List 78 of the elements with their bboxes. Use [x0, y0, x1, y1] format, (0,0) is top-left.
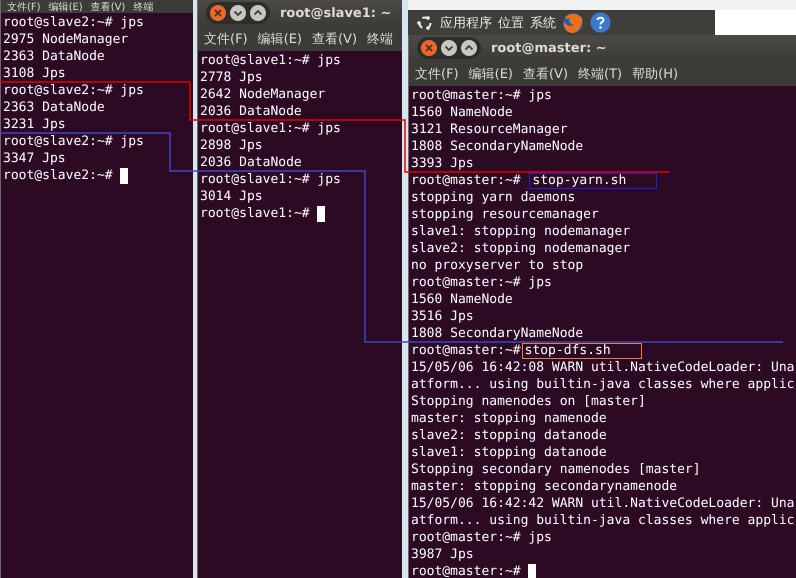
terminal-line: no proxyserver to stop: [411, 257, 584, 274]
terminal-line: 1808 SecondaryNameNode: [411, 325, 584, 342]
terminal-line: 1808 SecondaryNameNode: [411, 138, 584, 155]
maximize-icon[interactable]: [249, 4, 267, 22]
panel-menu-item[interactable]: 应用程序: [440, 14, 492, 32]
terminal-line: slave2: stopping nodemanager: [411, 240, 630, 257]
terminal-line: root@slave1:~# jps: [200, 171, 341, 188]
terminal-line: 2778 Jps: [200, 69, 263, 86]
terminal-line: 3347 Jps: [3, 150, 66, 167]
terminal-prompt: root@master:~#: [411, 172, 522, 189]
window-title: root@master: ~: [491, 40, 607, 56]
terminal-line: 2975 NodeManager: [3, 31, 128, 48]
terminal-line: master: stopping namenode: [411, 410, 607, 427]
highlighted-command: stop-yarn.sh: [529, 172, 658, 188]
menu-item[interactable]: 终端: [367, 30, 394, 48]
close-icon[interactable]: [209, 4, 227, 22]
terminal-line: 3108 Jps: [3, 65, 66, 82]
terminal-prompt: root@master:~#: [411, 342, 521, 359]
terminal-line: 3516 Jps: [411, 308, 474, 325]
terminal-line: root@master:~# jps: [411, 529, 552, 546]
terminal-line: master: stopping secondarynamenode: [411, 478, 678, 495]
menu-item[interactable]: 文件(F): [204, 30, 248, 48]
terminal-line: 3121 ResourceManager: [411, 121, 568, 138]
terminal-line: root@slave1:~#: [200, 205, 311, 222]
menu-item[interactable]: 帮助(H): [632, 64, 678, 82]
terminal-line: root@master:~#: [411, 563, 522, 578]
terminal-line: root@master:~# jps: [411, 87, 552, 104]
menu-item[interactable]: 查看(V): [522, 64, 568, 82]
terminal-line: root@slave2:~# jps: [3, 82, 144, 99]
terminal-line: atform... using builtin-java classes where applic: [411, 376, 795, 393]
menu-item[interactable]: 文件(F): [415, 64, 459, 82]
circle-logo-icon[interactable]: [416, 14, 434, 32]
menu-item[interactable]: 编辑(E): [468, 64, 513, 82]
maximize-icon[interactable]: [460, 39, 478, 57]
close-icon[interactable]: [420, 39, 438, 57]
terminal-line: 1560 NameNode: [411, 291, 513, 308]
minimize-icon[interactable]: [440, 39, 458, 57]
terminal-line: 15/05/06 16:42:42 WARN util.NativeCodeLoader: Una: [411, 495, 795, 512]
terminal-line: root@slave2:~# jps: [3, 133, 144, 150]
terminal-line: 3987 Jps: [411, 546, 474, 563]
terminal-line: 2898 Jps: [200, 137, 263, 154]
terminal-line: slave2: stopping datanode: [411, 427, 607, 444]
minimize-icon[interactable]: [229, 4, 247, 22]
terminal-line: root@slave2:~#: [3, 167, 114, 184]
terminal-line: 2363 DataNode: [3, 99, 105, 116]
menu-item[interactable]: 终端(T): [578, 64, 622, 82]
terminal-line: slave1: stopping datanode: [411, 444, 607, 461]
terminal-line: 1560 NameNode: [411, 104, 513, 121]
menu-item[interactable]: 查看(V): [312, 30, 358, 48]
terminal-line: 3014 Jps: [200, 188, 263, 205]
terminal-line: stopping yarn daemons: [411, 189, 576, 206]
terminal-line: 2642 NodeManager: [200, 86, 326, 103]
menu-item[interactable]: 编辑(E): [48, 0, 83, 13]
terminal-line: stopping resourcemanager: [411, 206, 599, 223]
terminal-line: root@slave1:~# jps: [200, 120, 341, 137]
terminal-line: slave1: stopping nodemanager: [411, 223, 630, 240]
menu-item[interactable]: 文件(F): [7, 0, 41, 13]
panel-menu-item[interactable]: 位置: [498, 14, 524, 32]
highlighted-command: stop-dfs.sh: [522, 342, 642, 358]
terminal-line: atform... using builtin-java classes where applic: [411, 512, 795, 529]
terminal-line: Stopping secondary namenodes [master]: [411, 461, 701, 478]
browser-globe-icon[interactable]: [562, 12, 584, 34]
menu-item[interactable]: 编辑(E): [258, 30, 302, 48]
terminal-line: 2036 DataNode: [200, 103, 302, 120]
panel-menu-item[interactable]: 系统: [530, 14, 556, 32]
terminal-line: 3231 Jps: [3, 116, 66, 133]
terminal-line: 3393 Jps: [411, 155, 474, 172]
terminal-line: root@slave2:~# jps: [3, 14, 144, 31]
terminal-line: Stopping namenodes on [master]: [411, 393, 646, 410]
terminal-line: root@master:~# jps: [411, 274, 552, 291]
terminal-line: 2363 DataNode: [3, 48, 105, 65]
window-title: root@slave1: ~: [280, 6, 392, 20]
menu-item[interactable]: 查看(V): [90, 0, 126, 13]
terminal-line: 2036 DataNode: [200, 154, 302, 171]
menu-item[interactable]: 终端: [133, 0, 154, 13]
terminal-line: 15/05/06 16:42:08 WARN util.NativeCodeLoader: Una: [411, 359, 795, 376]
help-icon[interactable]: [590, 12, 611, 33]
terminal-line: root@slave1:~# jps: [200, 52, 341, 69]
